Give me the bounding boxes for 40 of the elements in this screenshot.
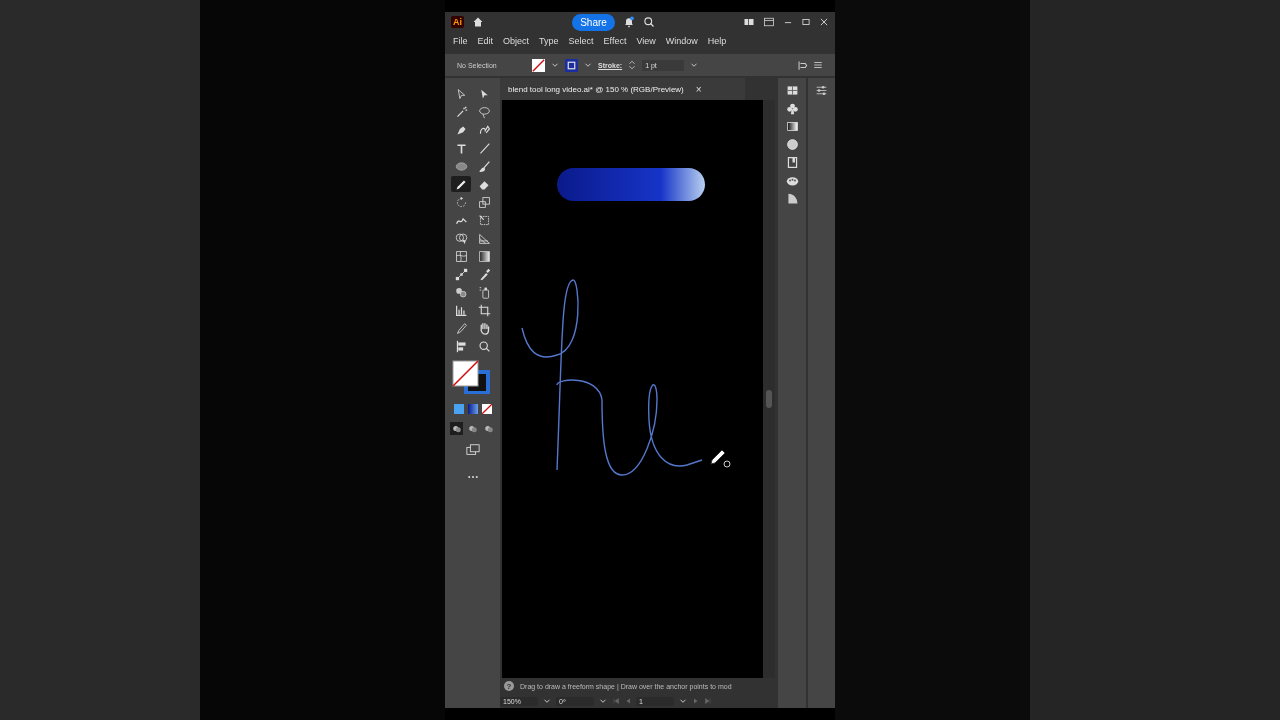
search-icon[interactable] — [642, 16, 655, 28]
overlapping-circles-icon — [451, 423, 462, 434]
menu-item[interactable]: Object — [503, 36, 530, 46]
no-fill-swatch-icon[interactable] — [532, 58, 545, 72]
club-icon[interactable] — [785, 102, 799, 115]
gradient-swatch-icon[interactable] — [785, 120, 799, 133]
vertical-scrollbar[interactable] — [763, 100, 775, 678]
panel-grid-icon[interactable] — [785, 84, 799, 97]
menu-item[interactable]: Edit — [477, 36, 494, 46]
screen-mode-icon[interactable] — [465, 443, 480, 457]
draw-mode-button[interactable] — [450, 422, 463, 435]
palette-icon[interactable] — [785, 174, 799, 187]
workspace-icon[interactable] — [743, 16, 755, 28]
stepper-icon[interactable] — [627, 60, 638, 70]
overlapping-circles-icon — [467, 423, 478, 434]
menu-item[interactable]: Effect — [603, 36, 627, 46]
close-icon[interactable] — [819, 17, 829, 27]
no-fill-mode-icon[interactable] — [481, 404, 492, 414]
menu-item[interactable]: Window — [665, 36, 698, 46]
help-icon[interactable]: ? — [504, 681, 514, 691]
menu-item[interactable]: Select — [568, 36, 594, 46]
align-options-icon[interactable] — [797, 59, 808, 71]
menu-item[interactable]: Type — [539, 36, 559, 46]
gradient-mode-button[interactable] — [467, 404, 478, 414]
stroke-swatch-icon[interactable] — [565, 58, 578, 72]
home-icon[interactable] — [472, 16, 484, 28]
menu-item[interactable]: File — [453, 36, 468, 46]
share-button[interactable]: Share — [572, 13, 615, 31]
app-logo: Ai — [451, 16, 464, 28]
list-menu-icon[interactable] — [813, 60, 823, 70]
panel-icon[interactable] — [763, 16, 775, 28]
menu-item[interactable]: Help — [707, 36, 727, 46]
color-mode-button[interactable] — [453, 404, 464, 414]
document-tab[interactable]: blend tool long video.ai* @ 150 % (RGB/Preview) × — [500, 78, 745, 100]
overlapping-circles-icon — [483, 423, 494, 434]
sphere-icon[interactable] — [785, 138, 799, 151]
maximize-icon[interactable] — [801, 17, 811, 27]
fill-stroke-swatches-drawing[interactable] — [450, 360, 491, 394]
sliders-icon[interactable] — [815, 84, 828, 97]
menu-item[interactable]: View — [636, 36, 656, 46]
